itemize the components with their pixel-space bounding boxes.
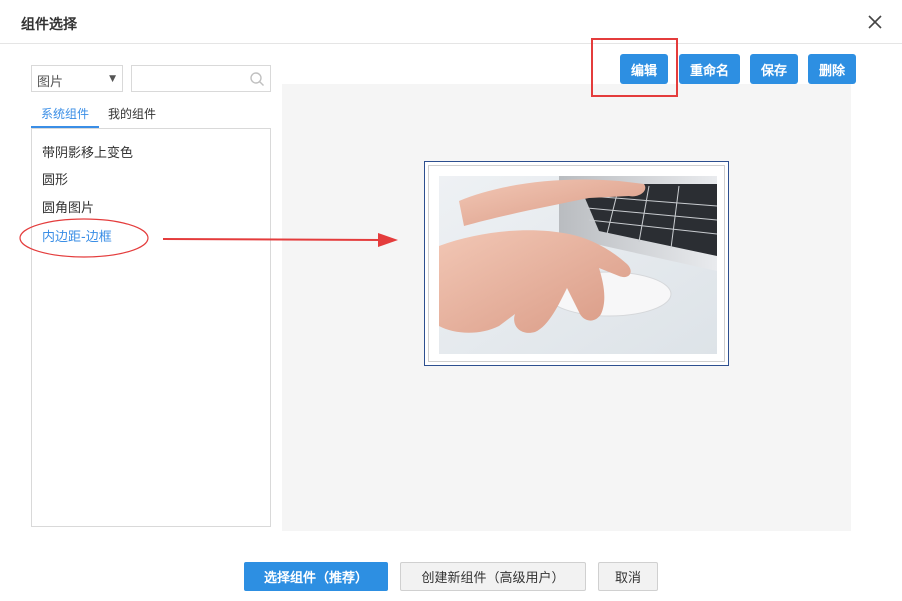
search-box[interactable]	[131, 65, 271, 92]
tab-system-components[interactable]: 系统组件	[31, 104, 99, 128]
dialog-title: 组件选择	[21, 17, 77, 33]
select-component-button[interactable]: 选择组件（推荐）	[244, 562, 388, 591]
tab-my-components[interactable]: 我的组件	[108, 104, 178, 128]
list-item[interactable]: 圆角图片	[42, 197, 94, 216]
edit-highlight-box	[591, 38, 678, 97]
preview-inner-border	[428, 165, 725, 362]
list-item-selected[interactable]: 内边距-边框	[42, 226, 112, 245]
search-input[interactable]	[136, 69, 246, 89]
caret-down-icon: ▼	[109, 74, 116, 84]
close-icon[interactable]	[866, 13, 884, 31]
component-type-select[interactable]: 图片 ▼	[31, 65, 123, 92]
cancel-button[interactable]: 取消	[598, 562, 658, 591]
dialog-header: 组件选择	[0, 0, 902, 44]
search-icon[interactable]	[249, 71, 265, 87]
save-button[interactable]: 保存	[750, 54, 798, 84]
component-list: 带阴影移上变色 圆形 圆角图片 内边距-边框	[31, 128, 271, 527]
create-component-button[interactable]: 创建新组件（高级用户）	[400, 562, 586, 591]
delete-button[interactable]: 删除	[808, 54, 856, 84]
type-select-value: 图片	[37, 75, 64, 90]
list-item[interactable]: 圆形	[42, 169, 68, 188]
component-select-dialog: 组件选择 图片 ▼ 系统组件 我的组件 带阴影移上变色 圆形 圆角图片 内边距-…	[0, 0, 902, 601]
component-tabs: 系统组件 我的组件	[31, 104, 271, 128]
rename-button[interactable]: 重命名	[679, 54, 740, 84]
list-item[interactable]: 带阴影移上变色	[42, 142, 133, 161]
preview-frame	[424, 161, 729, 366]
laptop-photo	[439, 176, 717, 354]
